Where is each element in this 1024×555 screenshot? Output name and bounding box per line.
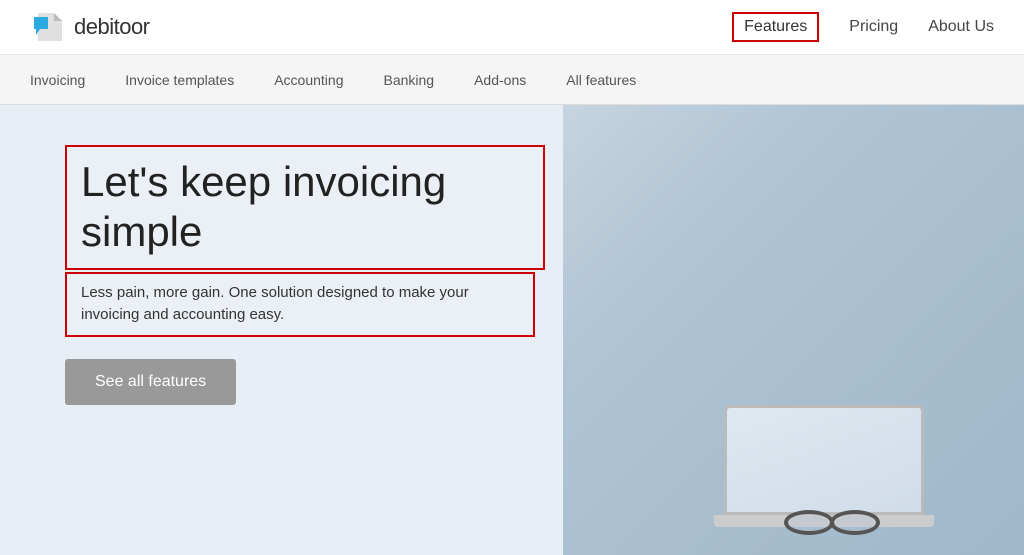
sub-nav-invoicing[interactable]: Invoicing — [30, 72, 85, 88]
glasses-decoration — [784, 510, 944, 540]
hero-headline: Let's keep invoicing simple — [65, 145, 545, 270]
hero-section: Let's keep invoicing simple Less pain, m… — [0, 105, 1024, 555]
nav-link-features[interactable]: Features — [732, 12, 819, 42]
logo-area[interactable]: debitoor — [30, 9, 150, 45]
sub-nav-accounting[interactable]: Accounting — [274, 72, 343, 88]
glasses-left-lens — [784, 510, 834, 535]
nav-link-about[interactable]: About Us — [928, 18, 994, 36]
sub-nav-banking[interactable]: Banking — [384, 72, 435, 88]
laptop-screen — [724, 405, 924, 515]
glasses-right-lens — [830, 510, 880, 535]
logo-text: debitoor — [74, 14, 150, 40]
top-nav: debitoor Features Pricing About Us — [0, 0, 1024, 55]
top-nav-links: Features Pricing About Us — [732, 12, 994, 42]
hero-subtext: Less pain, more gain. One solution desig… — [65, 272, 535, 337]
see-all-features-button[interactable]: See all features — [65, 359, 236, 405]
hero-content: Let's keep invoicing simple Less pain, m… — [65, 145, 545, 405]
logo-icon — [30, 9, 66, 45]
sub-nav: Invoicing Invoice templates Accounting B… — [0, 55, 1024, 105]
sub-nav-all-features[interactable]: All features — [566, 72, 636, 88]
sub-nav-add-ons[interactable]: Add-ons — [474, 72, 526, 88]
sub-nav-invoice-templates[interactable]: Invoice templates — [125, 72, 234, 88]
nav-link-pricing[interactable]: Pricing — [849, 18, 898, 36]
